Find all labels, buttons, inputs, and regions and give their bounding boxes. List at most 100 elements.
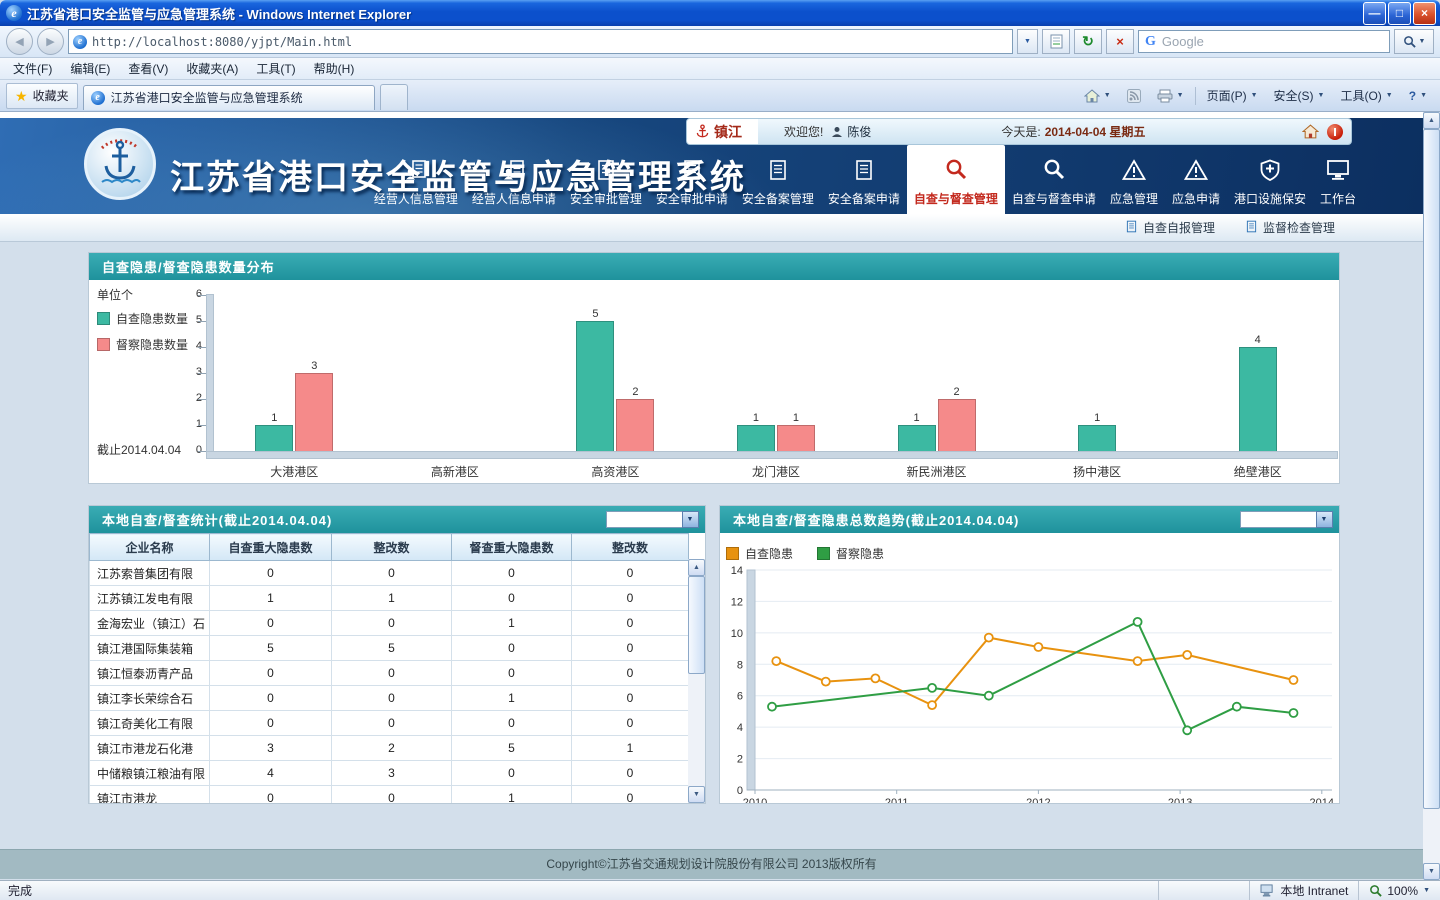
search-button[interactable]: ▼	[1394, 29, 1434, 54]
table-row-8[interactable]: 中储粮镇江粮油有限4300	[90, 761, 689, 786]
user-icon	[831, 126, 843, 138]
nav-item-0[interactable]: 经营人信息管理	[367, 153, 465, 214]
table-cell: 0	[572, 561, 689, 586]
refresh-button[interactable]: ↻	[1074, 29, 1102, 54]
nav-item-2[interactable]: 安全审批管理	[563, 153, 649, 214]
scroll-up-button[interactable]: ▲	[688, 559, 705, 576]
stop-button[interactable]: ×	[1106, 29, 1134, 54]
y-tick-label: 4	[174, 340, 202, 352]
table-cell: 镇江奇美化工有限	[90, 711, 210, 736]
safety-menu-button[interactable]: 安全(S) ▼	[1267, 84, 1332, 108]
page-menu-label: 页面(P)	[1207, 87, 1247, 104]
tab-active[interactable]: e 江苏省港口安全监管与应急管理系统	[83, 85, 375, 110]
bar-chart: 单位个 自查隐患数量督察隐患数量 截止2014.04.04 012345613大…	[89, 280, 1339, 483]
table-row-0[interactable]: 江苏索普集团有限0000	[90, 561, 689, 586]
menu-item-1[interactable]: 编辑(E)	[61, 58, 119, 79]
status-bar: 完成 本地 Intranet 100% ▼	[0, 880, 1440, 900]
nav-item-1[interactable]: 经营人信息申请	[465, 153, 563, 214]
table-row-4[interactable]: 镇江恒泰沥青产品0000	[90, 661, 689, 686]
bar-value-label: 1	[914, 412, 920, 424]
browser-scrollbar[interactable]: ▲ ▼	[1423, 112, 1440, 880]
table-row-2[interactable]: 金海宏业（镇江）石0010	[90, 611, 689, 636]
menu-item-3[interactable]: 收藏夹(A)	[177, 58, 247, 79]
search-placeholder: Google	[1162, 34, 1204, 49]
bar-column: 4	[1238, 334, 1278, 451]
bar-column: 1	[897, 412, 937, 451]
menu-item-5[interactable]: 帮助(H)	[305, 58, 364, 79]
forward-button[interactable]: ▶	[37, 28, 64, 55]
nav-item-label: 经营人信息申请	[472, 190, 556, 207]
titlebar: e 江苏省港口安全监管与应急管理系统 - Windows Internet Ex…	[0, 0, 1440, 26]
city-chip: 镇江	[687, 119, 758, 144]
nav-item-7[interactable]: 自查与督查申请	[1005, 153, 1103, 214]
scroll-down-button[interactable]: ▼	[1423, 863, 1440, 880]
scrollbar-thumb[interactable]	[1423, 129, 1440, 809]
page-preview-button[interactable]	[1042, 29, 1070, 54]
search-input[interactable]: G Google	[1138, 30, 1390, 53]
table-cell: 0	[452, 561, 572, 586]
nav-item-4[interactable]: 安全备案管理	[735, 153, 821, 214]
logout-button[interactable]	[1327, 124, 1343, 140]
bar-column: 1	[254, 412, 294, 451]
page-menu-button[interactable]: 页面(P) ▼	[1200, 84, 1265, 108]
table-row-9[interactable]: 镇江市港龙0010	[90, 786, 689, 804]
zoom-control[interactable]: 100% ▼	[1358, 881, 1440, 900]
address-bar[interactable]: e http://localhost:8080/yjpt/Main.html	[68, 29, 1013, 54]
scrollbar-thumb[interactable]	[688, 576, 705, 674]
menu-item-2[interactable]: 查看(V)	[119, 58, 177, 79]
nav-item-label: 应急申请	[1172, 190, 1220, 207]
maximize-button[interactable]: □	[1388, 2, 1411, 25]
main-content: 自查隐患/督查隐患数量分布 单位个 自查隐患数量督察隐患数量 截止2014.04…	[0, 242, 1423, 880]
trend-filter-select[interactable]: ▼	[1240, 511, 1333, 528]
submenu-item-1[interactable]: 监督检查管理	[1245, 219, 1335, 236]
feeds-icon	[1127, 89, 1141, 103]
back-button[interactable]: ◀	[6, 28, 33, 55]
security-zone: 本地 Intranet	[1249, 881, 1358, 900]
nav-item-6[interactable]: 自查与督查管理	[907, 145, 1005, 214]
table-cell: 0	[572, 711, 689, 736]
legend-swatch	[97, 338, 110, 351]
select-value	[606, 511, 682, 528]
chevron-down-icon: ▼	[682, 511, 699, 528]
nav-item-11[interactable]: 工作台	[1313, 153, 1363, 214]
minimize-button[interactable]: —	[1363, 2, 1386, 25]
welcome-label: 欢迎您!	[784, 123, 823, 140]
anchor-icon	[695, 124, 710, 139]
address-dropdown-button[interactable]: ▼	[1017, 29, 1038, 54]
close-button[interactable]: ×	[1413, 2, 1436, 25]
scroll-down-button[interactable]: ▼	[688, 786, 705, 803]
scroll-up-button[interactable]: ▲	[1423, 112, 1440, 129]
favorites-button[interactable]: ★ 收藏夹	[6, 83, 78, 109]
home-shortcut-icon[interactable]	[1302, 124, 1319, 139]
nav-item-9[interactable]: 应急申请	[1165, 153, 1227, 214]
nav-item-5[interactable]: 安全备案申请	[821, 153, 907, 214]
safety-menu-label: 安全(S)	[1274, 87, 1314, 104]
menu-item-4[interactable]: 工具(T)	[247, 58, 304, 79]
document-icon	[681, 159, 703, 186]
tools-menu-button[interactable]: 工具(O) ▼	[1333, 84, 1399, 108]
print-button[interactable]: ▼	[1150, 84, 1191, 108]
table-row-7[interactable]: 镇江市港龙石化港3251	[90, 736, 689, 761]
help-button[interactable]: ? ▼	[1402, 84, 1434, 108]
feeds-button[interactable]	[1120, 84, 1148, 108]
submenu-item-label: 监督检查管理	[1263, 219, 1335, 236]
chevron-down-icon: ▼	[1423, 887, 1430, 894]
nav-item-8[interactable]: 应急管理	[1103, 153, 1165, 214]
nav-item-3[interactable]: 安全审批申请	[649, 153, 735, 214]
submenu-item-0[interactable]: 自查自报管理	[1125, 219, 1215, 236]
statistics-filter-select[interactable]: ▼	[606, 511, 699, 528]
svg-text:2012: 2012	[1026, 797, 1050, 803]
menu-item-0[interactable]: 文件(F)	[4, 58, 61, 79]
table-scrollbar[interactable]: ▲ ▼	[688, 559, 705, 803]
table-cell: 中储粮镇江粮油有限	[90, 761, 210, 786]
table-row-1[interactable]: 江苏镇江发电有限1100	[90, 586, 689, 611]
table-cell: 0	[572, 761, 689, 786]
nav-item-10[interactable]: 港口设施保安	[1227, 153, 1313, 214]
table-row-6[interactable]: 镇江奇美化工有限0000	[90, 711, 689, 736]
table-cell: 0	[572, 686, 689, 711]
table-row-3[interactable]: 镇江港国际集装箱5500	[90, 636, 689, 661]
table-row-5[interactable]: 镇江李长荣综合石0010	[90, 686, 689, 711]
new-tab-button[interactable]	[380, 84, 408, 110]
table-cell: 0	[210, 786, 332, 804]
home-button[interactable]: ▼	[1077, 84, 1118, 108]
